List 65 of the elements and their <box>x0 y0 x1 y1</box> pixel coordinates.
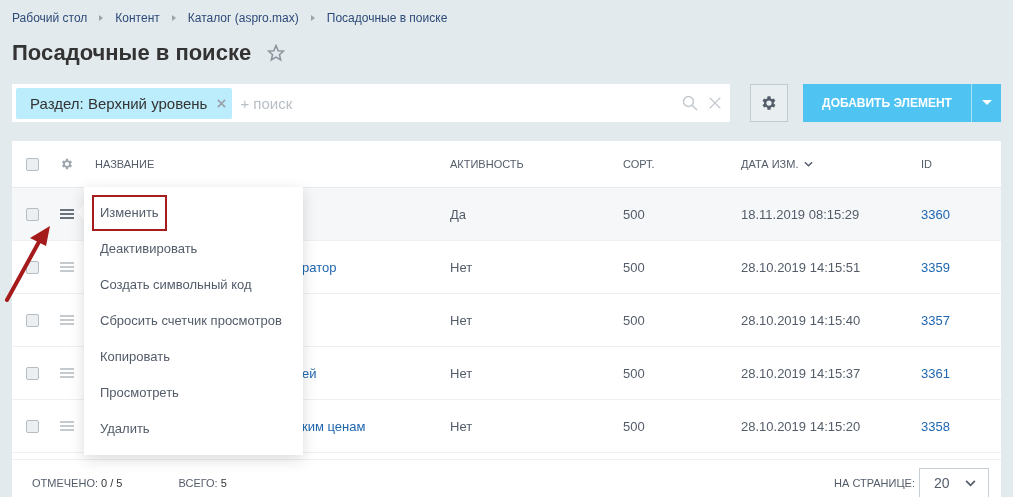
close-icon[interactable] <box>708 96 722 110</box>
breadcrumb-separator-icon <box>99 15 104 21</box>
id-link[interactable]: 3358 <box>921 418 1001 434</box>
search-icon[interactable] <box>682 95 698 111</box>
table-cell-text: Нет <box>450 365 474 381</box>
caret-icon[interactable] <box>981 100 992 106</box>
column-header[interactable]: НАЗВАНИЕ <box>95 158 155 170</box>
breadcrumb-link[interactable]: Каталог (aspro.max) <box>187 11 299 25</box>
remove-tag-icon[interactable] <box>217 98 227 108</box>
menu-icon[interactable] <box>60 209 74 219</box>
menu-item[interactable]: Сбросить счетчик просмотров <box>92 303 290 339</box>
id-link[interactable]: 3357 <box>921 312 1001 328</box>
breadcrumb-separator-icon <box>171 15 176 21</box>
column-header[interactable]: ДАТА ИЗМ. <box>741 158 799 170</box>
table-cell-text: 500 <box>623 206 646 222</box>
table-cell-text: 500 <box>623 365 646 381</box>
table-cell-text: 18.11.2019 08:15:29 <box>741 206 861 222</box>
per-page-label: НА СТРАНИЦЕ: <box>834 477 915 489</box>
settings-button[interactable] <box>750 84 788 122</box>
table-cell-text: 28.10.2019 14:15:37 <box>741 365 862 381</box>
row-checkbox[interactable] <box>26 366 39 380</box>
total-count: ВСЕГО: 5 <box>178 477 227 489</box>
breadcrumb-separator-icon <box>310 15 315 21</box>
table-cell-text: 28.10.2019 14:15:40 <box>741 312 862 328</box>
table-cell-text: 500 <box>623 259 646 275</box>
settings-icon <box>760 94 778 112</box>
page-title: Посадочные в поиске <box>12 40 252 66</box>
column-header[interactable]: ID <box>921 158 932 170</box>
menu-item[interactable]: Удалить <box>92 411 158 447</box>
search-field[interactable]: + поиск <box>238 93 682 113</box>
breadcrumb-link[interactable]: Контент <box>115 11 160 25</box>
sort-chevron-icon <box>804 161 814 167</box>
menu-item[interactable]: Создать символьный код <box>92 267 260 303</box>
row-checkbox[interactable] <box>26 419 39 433</box>
selected-count: ОТМЕЧЕНО: 0 / 5 <box>32 477 123 489</box>
table-cell-text: Нет <box>450 312 474 328</box>
id-link[interactable]: 3359 <box>921 259 1001 275</box>
settings-icon[interactable] <box>60 157 74 171</box>
breadcrumb-link[interactable]: Посадочные в поиске <box>326 11 448 25</box>
menu-item[interactable]: Деактивировать <box>92 231 206 267</box>
table-cell-text: 28.10.2019 14:15:20 <box>741 418 862 434</box>
chevron-down-icon <box>965 479 976 487</box>
name-link[interactable]: ким ценам <box>302 418 366 434</box>
id-link[interactable]: 3361 <box>921 365 1001 381</box>
id-link[interactable]: 3360 <box>921 206 1001 222</box>
table-cell-text: Нет <box>450 418 474 434</box>
name-link[interactable]: ей <box>302 365 317 381</box>
star-icon[interactable] <box>267 44 286 62</box>
select-all-checkbox[interactable] <box>26 157 39 171</box>
name-link[interactable]: ратор <box>302 259 337 275</box>
filter-bar[interactable]: Раздел: Верхний уровень + поиск <box>12 84 730 122</box>
per-page-select[interactable]: 20 <box>919 468 989 497</box>
table-cell-text: 28.10.2019 14:15:51 <box>741 259 862 275</box>
table-cell-text: 500 <box>623 312 646 328</box>
menu-item[interactable]: Просмотреть <box>92 375 187 411</box>
table-cell-text: Нет <box>450 259 474 275</box>
column-header[interactable]: АКТИВНОСТЬ <box>450 158 524 170</box>
table-cell-text: 500 <box>623 418 646 434</box>
menu-item[interactable]: Изменить <box>92 195 167 231</box>
menu-item[interactable]: Копировать <box>92 339 178 375</box>
breadcrumb-link[interactable]: Рабочий стол <box>12 11 88 25</box>
row-checkbox[interactable] <box>26 313 39 327</box>
row-checkbox[interactable] <box>26 207 39 221</box>
column-header[interactable]: СОРТ. <box>623 158 655 170</box>
table-cell-text: Да <box>450 206 468 222</box>
